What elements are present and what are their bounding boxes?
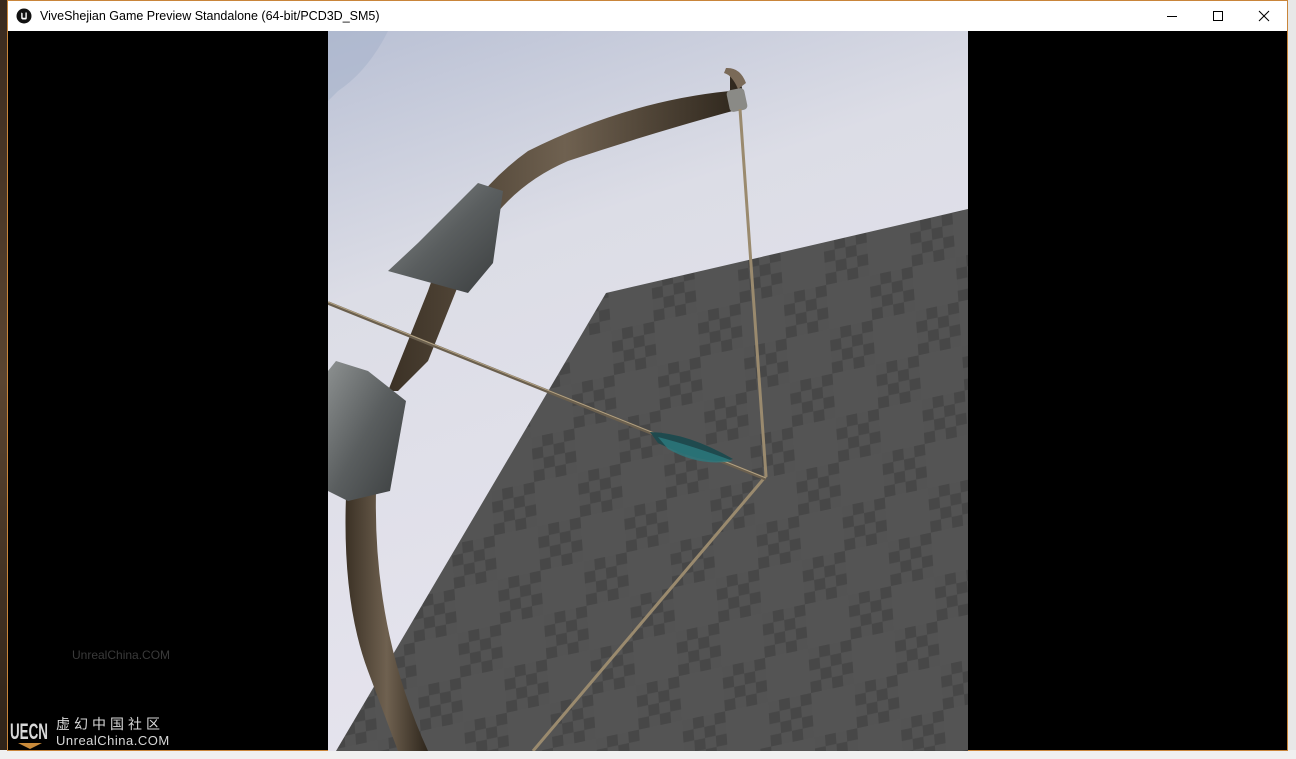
desktop-background-right	[1288, 0, 1296, 759]
unrealchina-logo: UECN 虚幻中国社区 UnrealChina.COM	[10, 715, 170, 749]
maximize-button[interactable]	[1195, 1, 1241, 31]
watermark-faint-text: UnrealChina.COM	[72, 648, 171, 662]
close-button[interactable]	[1241, 1, 1287, 31]
window-title: ViveShejian Game Preview Standalone (64-…	[40, 9, 380, 23]
maximize-icon	[1213, 11, 1223, 21]
unreal-engine-icon[interactable]	[16, 8, 32, 24]
game-viewport[interactable]: UnrealChina.COM UECN 虚幻中国社区 UnrealChina.…	[8, 31, 1287, 751]
uecn-logo-mark: UECN	[10, 719, 48, 749]
desktop-background-bottom	[0, 750, 1296, 759]
scene-render[interactable]	[328, 31, 968, 751]
game-preview-window: ViveShejian Game Preview Standalone (64-…	[7, 0, 1288, 751]
minimize-icon	[1167, 16, 1177, 17]
logo-english-text: UnrealChina.COM	[56, 733, 170, 748]
title-bar[interactable]: ViveShejian Game Preview Standalone (64-…	[8, 1, 1287, 31]
minimize-button[interactable]	[1149, 1, 1195, 31]
window-controls	[1149, 1, 1287, 31]
close-icon	[1258, 10, 1270, 22]
logo-chinese-text: 虚幻中国社区	[56, 716, 164, 732]
svg-text:UECN: UECN	[10, 719, 48, 744]
